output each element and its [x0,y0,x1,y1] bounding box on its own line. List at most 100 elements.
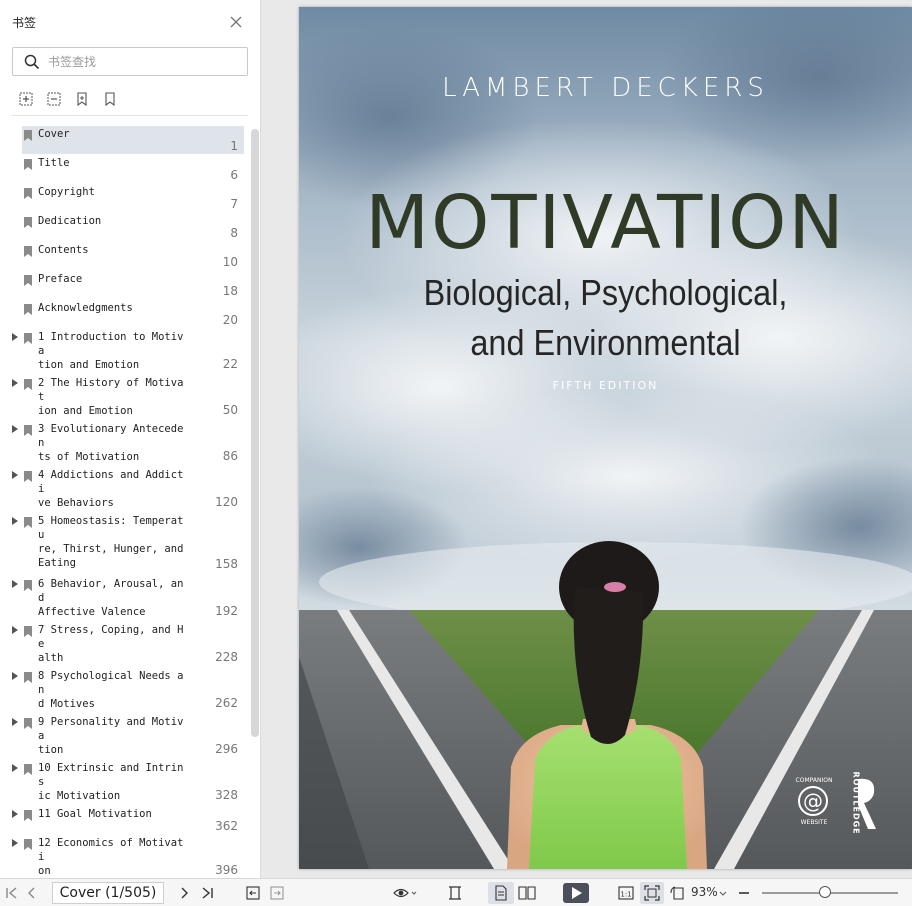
bookmark-item[interactable]: Dedication 8 [22,213,244,241]
bookmark-item[interactable]: Acknowledgments 20 [22,300,244,328]
next-page-icon[interactable] [176,885,192,901]
rotate-icon[interactable] [670,885,686,901]
bookmark-icon [24,304,32,315]
bookmark-label: 9 Personality and Motiva tion [38,716,184,756]
expand-all-icon[interactable] [18,91,34,107]
zoom-out-icon[interactable] [738,885,750,901]
expand-arrow-icon[interactable] [12,425,18,433]
bookmark-label: 5 Homeostasis: Temperatu re, Thirst, Hun… [38,515,184,569]
author-name: LAMBERT DECKERS [442,73,769,103]
bookmark-item[interactable]: Contents 10 [22,242,244,270]
eye-mode-icon[interactable] [393,885,419,901]
bookmark-item[interactable]: Cover 1 [22,126,244,154]
first-page-icon[interactable] [4,885,20,901]
play-icon [572,887,582,899]
edition-label: FIFTH EDITION [552,379,659,392]
expand-arrow-icon[interactable] [12,517,18,525]
bookmark-label: 3 Evolutionary Anteceden ts of Motivatio… [38,423,184,463]
single-page-icon [495,885,507,901]
bookmark-icon [24,159,32,170]
subtitle-line2: and Environmental [470,322,741,363]
bookmark-label: 7 Stress, Coping, and He alth [38,624,184,664]
bookmark-page-number: 228 [215,650,238,664]
bookmark-item[interactable]: Preface 18 [22,271,244,299]
expand-arrow-icon[interactable] [12,718,18,726]
actual-size-icon[interactable]: 1:1 [618,885,634,901]
sidebar-scrollbar[interactable] [251,129,259,737]
go-forward-icon[interactable] [269,885,285,901]
bookmark-item[interactable]: 11 Goal Motivation 362 [12,806,244,834]
zoom-slider-thumb[interactable] [819,886,831,898]
expand-arrow-icon[interactable] [12,626,18,634]
bookmark-item[interactable]: 9 Personality and Motiva tion 296 [12,714,244,760]
search-icon [24,54,40,70]
fit-page-button[interactable] [640,882,664,904]
single-page-button[interactable] [488,882,514,904]
document-view[interactable]: LAMBERT DECKERS MOTIVATION Biological, P… [262,0,912,878]
previous-page-icon[interactable] [24,885,40,901]
bookmark-page-number: 192 [215,604,238,618]
publisher-logo: ROUTLEDGE [840,772,880,835]
bookmark-label: 10 Extrinsic and Intrins ic Motivation [38,762,184,802]
expand-arrow-icon[interactable] [12,471,18,479]
bookmark-icon [24,246,32,257]
bookmark-item[interactable]: 12 Economics of Motivati on 396 [12,835,244,878]
bookmark-icon[interactable] [102,91,118,107]
expand-arrow-icon[interactable] [12,810,18,818]
bookmark-page-number: 50 [222,403,238,417]
bookmark-label: Cover [38,128,70,140]
bookmark-item[interactable]: 3 Evolutionary Anteceden ts of Motivatio… [12,421,244,467]
bookmark-item[interactable]: Copyright 7 [22,184,244,212]
bookmark-page-number: 262 [215,696,238,710]
bookmark-item[interactable]: 2 The History of Motivat ion and Emotion… [12,375,244,421]
close-icon[interactable] [228,14,244,30]
bookmark-page-number: 396 [215,863,238,877]
go-back-icon[interactable] [245,885,261,901]
expand-arrow-icon[interactable] [12,333,18,341]
bookmark-page-number: 10 [222,255,238,269]
add-bookmark-icon[interactable] [74,91,90,107]
bookmark-label: Copyright [38,186,95,198]
bookmark-label: Dedication [38,215,102,227]
fit-width-icon[interactable] [447,885,463,901]
expand-arrow-icon[interactable] [12,764,18,772]
zoom-level[interactable]: 93% [691,885,718,899]
expand-arrow-icon[interactable] [12,580,18,588]
bookmark-label: 1 Introduction to Motiva tion and Emotio… [38,331,184,371]
bookmark-label: Title [38,157,70,169]
bookmark-label: Preface [38,273,83,285]
bookmark-page-number: 328 [215,788,238,802]
slideshow-button[interactable] [563,883,589,903]
bookmark-search[interactable] [12,47,248,76]
bookmark-item[interactable]: Title 6 [22,155,244,183]
expand-arrow-icon[interactable] [12,839,18,847]
two-page-icon[interactable] [518,885,536,901]
bookmark-item[interactable]: 7 Stress, Coping, and He alth 228 [12,622,244,668]
page-number-field[interactable]: Cover (1/505) [52,882,164,904]
expand-arrow-icon[interactable] [12,672,18,680]
bookmark-item[interactable]: 8 Psychological Needs an d Motives 262 [12,668,244,714]
search-input[interactable] [48,53,238,71]
bookmark-tree: Cover 1 Title 6 Copyright 7 Dedication 8 Content… [0,124,248,878]
collapse-all-icon[interactable] [46,91,62,107]
bookmark-item[interactable]: 6 Behavior, Arousal, and Affective Valen… [12,576,244,622]
bookmark-page-number: 120 [215,495,238,509]
bookmark-item[interactable]: 4 Addictions and Addicti ve Behaviors 120 [12,467,244,513]
bookmark-item[interactable]: 1 Introduction to Motiva tion and Emotio… [12,329,244,375]
bookmark-icon [24,188,32,199]
bookmark-label: 8 Psychological Needs an d Motives [38,670,184,710]
bookmark-label: 6 Behavior, Arousal, and Affective Valen… [38,578,184,618]
bookmarks-panel: 书签 Cover 1 Title 6 Copyright 7 Dedication 8 Cont… [0,0,261,878]
bookmark-item[interactable]: 5 Homeostasis: Temperatu re, Thirst, Hun… [12,513,244,576]
zoom-dropdown-icon[interactable] [719,885,727,901]
bookmark-item[interactable]: 10 Extrinsic and Intrins ic Motivation 32… [12,760,244,806]
expand-arrow-icon[interactable] [12,379,18,387]
bookmark-icon [24,580,32,591]
bookmark-page-number: 18 [222,284,238,298]
cover-illustration [299,7,912,869]
bookmark-icon [24,275,32,286]
last-page-icon[interactable] [199,885,215,901]
bookmark-page-number: 158 [215,557,238,571]
bookmark-icon [24,217,32,228]
fit-page-icon [644,885,660,901]
